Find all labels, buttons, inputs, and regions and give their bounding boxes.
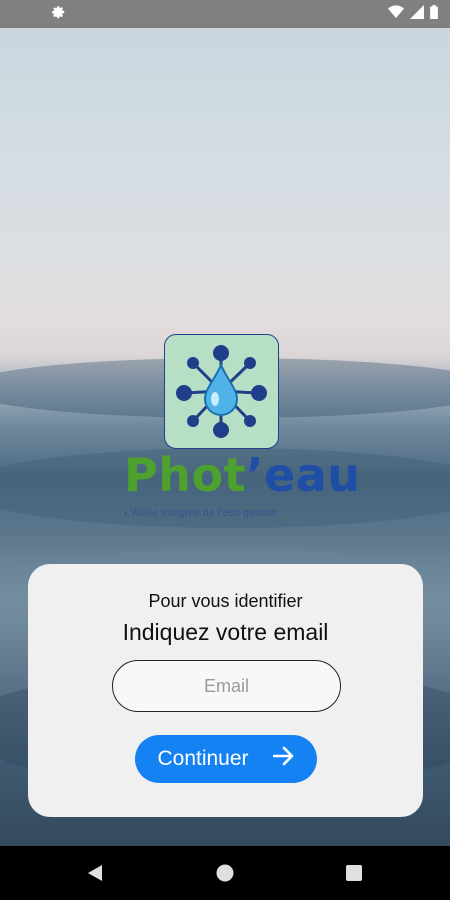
settings-gear-icon bbox=[52, 5, 66, 24]
status-icons bbox=[388, 4, 438, 24]
system-nav-bar bbox=[0, 846, 450, 900]
back-icon[interactable] bbox=[82, 860, 108, 886]
brand-name: Phot’eau bbox=[124, 452, 361, 498]
status-bar bbox=[0, 0, 450, 28]
wifi-icon bbox=[388, 4, 404, 24]
cellular-signal-icon bbox=[410, 4, 424, 24]
battery-icon bbox=[430, 4, 438, 24]
app-logo bbox=[164, 334, 279, 449]
brand-name-part1: Phot bbox=[124, 448, 247, 502]
card-title: Indiquez votre email bbox=[122, 619, 329, 645]
login-card: Pour vous identifier Indiquez votre emai… bbox=[28, 564, 423, 817]
brand-name-part2: ’eau bbox=[246, 448, 361, 502]
arrow-right-icon bbox=[272, 746, 295, 772]
continue-button[interactable]: Continuer bbox=[135, 735, 317, 783]
card-subtitle: Pour vous identifier bbox=[148, 591, 303, 611]
brand-tagline: L'Alliée intégrée de l'éco-gestion bbox=[124, 508, 278, 519]
home-icon[interactable] bbox=[212, 860, 238, 886]
water-drop-network-icon bbox=[176, 345, 267, 438]
continue-button-label: Continuer bbox=[157, 747, 249, 770]
recents-icon[interactable] bbox=[341, 860, 367, 886]
email-input[interactable] bbox=[112, 660, 341, 712]
